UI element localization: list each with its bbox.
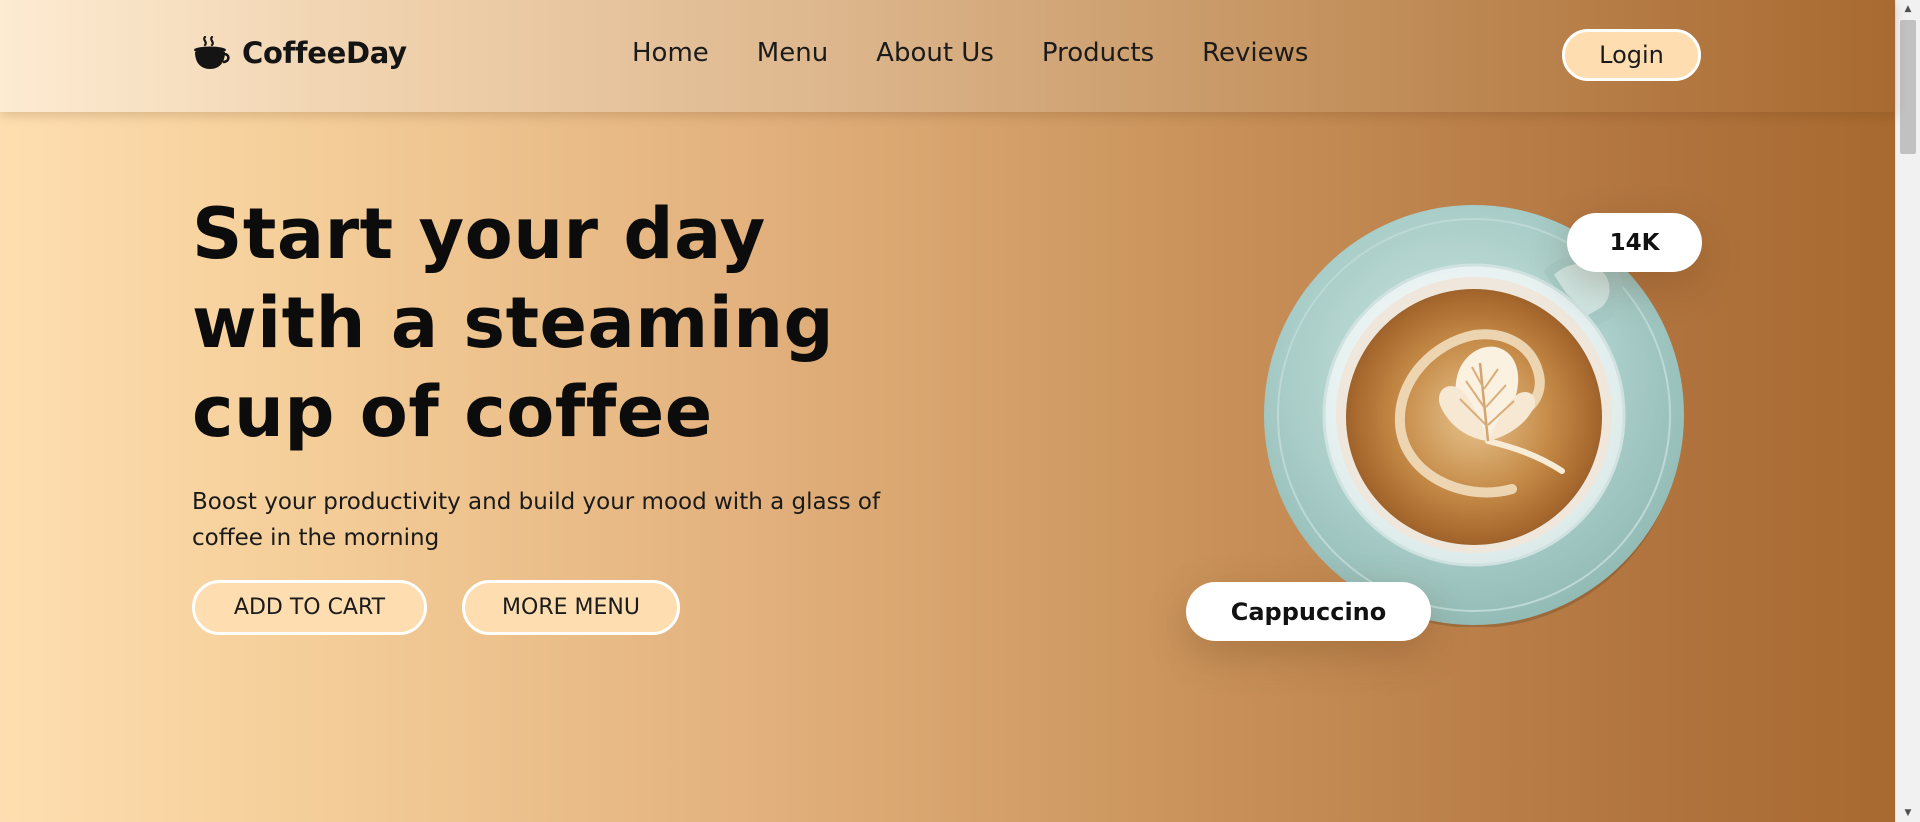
brand-logo[interactable]: CoffeeDay xyxy=(192,36,407,70)
brand-name: CoffeeDay xyxy=(242,36,407,70)
nav-menu[interactable]: Menu xyxy=(757,38,828,68)
nav-home[interactable]: Home xyxy=(632,38,709,68)
coffee-cup-icon xyxy=(194,36,230,69)
add-to-cart-button[interactable]: ADD TO CART xyxy=(192,580,427,635)
scroll-down-arrow-icon[interactable]: ▼ xyxy=(1896,804,1920,822)
page: CoffeeDay Home Menu About Us Products Re… xyxy=(0,0,1895,822)
nav-products[interactable]: Products xyxy=(1042,38,1154,68)
scrollbar-thumb[interactable] xyxy=(1900,20,1916,154)
likes-count-badge: 14K xyxy=(1567,213,1702,272)
login-button[interactable]: Login xyxy=(1562,29,1701,81)
scroll-up-arrow-icon[interactable]: ▲ xyxy=(1896,0,1920,18)
site-header: CoffeeDay Home Menu About Us Products Re… xyxy=(0,0,1895,112)
nav-reviews[interactable]: Reviews xyxy=(1202,38,1308,68)
main-nav: Home Menu About Us Products Reviews xyxy=(632,38,1308,68)
hero-subtitle: Boost your productivity and build your m… xyxy=(192,489,881,551)
nav-about-us[interactable]: About Us xyxy=(876,38,994,68)
vertical-scrollbar[interactable]: ▲ ▼ xyxy=(1895,0,1920,822)
more-menu-button[interactable]: MORE MENU xyxy=(462,580,680,635)
hero-title: Start your day with a steaming cup of co… xyxy=(192,193,835,453)
product-name-badge[interactable]: Cappuccino xyxy=(1186,582,1431,641)
viewport: CoffeeDay Home Menu About Us Products Re… xyxy=(0,0,1920,822)
